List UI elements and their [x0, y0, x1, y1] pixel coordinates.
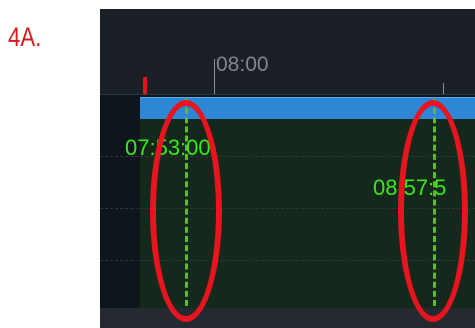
end-marker-highlight-ellipse: [398, 100, 468, 322]
ruler-tick-label: 08:00: [216, 53, 269, 76]
playhead-marker[interactable]: [143, 77, 147, 94]
step-label: 4A.: [8, 22, 42, 52]
ruler-tick: [443, 83, 444, 94]
time-ruler[interactable]: 08:00: [100, 9, 475, 95]
start-marker-highlight-ellipse: [150, 100, 222, 322]
ruler-tick: [214, 59, 215, 94]
